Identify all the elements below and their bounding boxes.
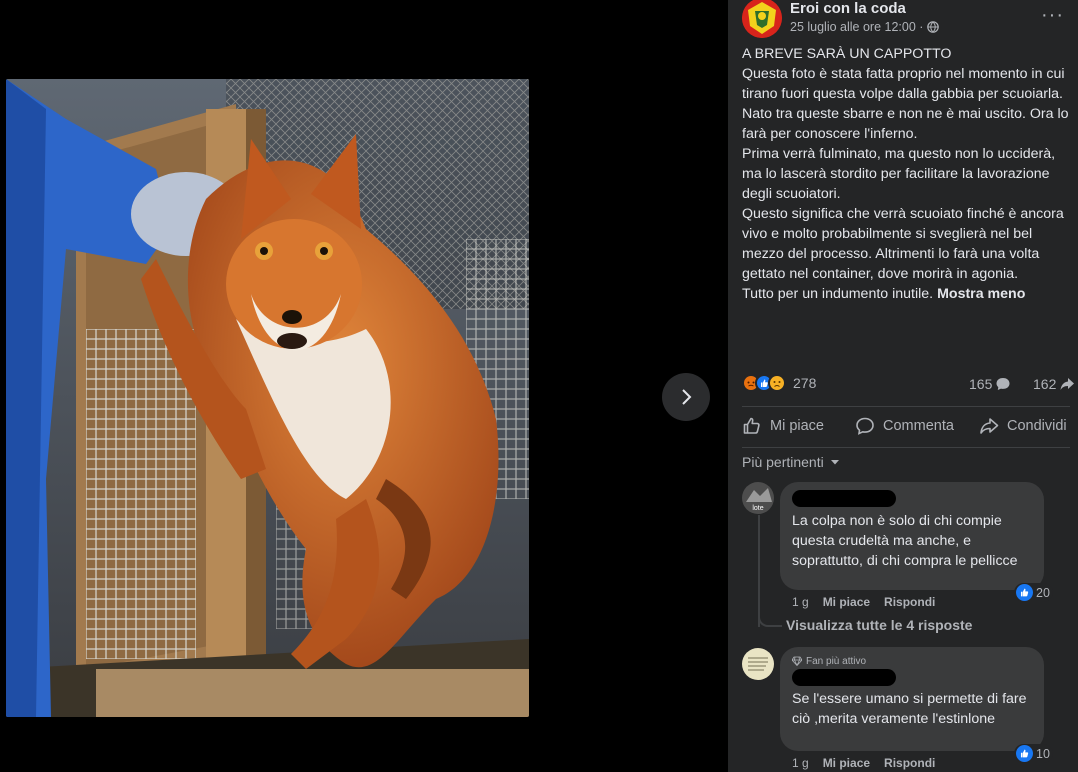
post-paragraph: Prima verrà fulminato, ma questo non lo … xyxy=(742,146,1056,202)
comment-likes[interactable]: 10 xyxy=(1014,744,1053,763)
photo-viewer xyxy=(0,0,728,772)
next-photo-button[interactable] xyxy=(662,373,710,421)
comment-like-link[interactable]: Mi piace xyxy=(823,595,870,609)
comment-bubble: Fan più attivo Se l'essere umano si perm… xyxy=(780,647,1044,751)
share-icon xyxy=(980,418,999,434)
commenter-avatar[interactable] xyxy=(742,648,774,680)
post-last-line: Tutto per un indumento inutile. xyxy=(742,286,934,302)
diamond-icon xyxy=(792,656,802,666)
post-date[interactable]: 25 luglio alle ore 12:00 · xyxy=(790,20,923,34)
top-fan-badge: Fan più attivo xyxy=(792,655,1032,667)
like-icon xyxy=(1016,584,1033,601)
comment-time[interactable]: 1 g xyxy=(792,595,809,609)
top-fan-label: Fan più attivo xyxy=(806,655,867,667)
reactions-count[interactable]: 278 xyxy=(793,375,816,391)
view-replies-link[interactable]: Visualizza tutte le 4 risposte xyxy=(786,617,972,633)
comment-count-icon xyxy=(996,378,1010,390)
thread-line xyxy=(758,515,760,627)
post-paragraph: Questa foto è stata fatta proprio nel mo… xyxy=(742,66,1065,102)
chevron-right-icon xyxy=(682,389,692,405)
comment-text: Se l'essere umano si permette di fare ci… xyxy=(792,691,1027,727)
comment-meta: 1 g Mi piace Rispondi xyxy=(792,595,935,609)
commenter-avatar-image xyxy=(742,648,774,680)
share-button-label: Condividi xyxy=(1007,418,1067,434)
post-paragraph: A BREVE SARÀ UN CAPPOTTO xyxy=(742,46,952,62)
post-text: A BREVE SARÀ UN CAPPOTTO Questa foto è s… xyxy=(742,44,1072,304)
redacted-author-name xyxy=(792,490,896,507)
comment-bubble: La colpa non è solo di chi compie questa… xyxy=(780,482,1044,590)
thread-line-branch xyxy=(758,612,782,627)
thumbs-up-icon xyxy=(743,417,760,434)
comment-like-link[interactable]: Mi piace xyxy=(823,756,870,770)
post-panel: Eroi con la coda 25 luglio alle ore 12:0… xyxy=(728,0,1078,772)
shares-count-link[interactable]: 162 xyxy=(1033,376,1075,392)
like-button[interactable]: Mi piace xyxy=(742,416,824,436)
comment-likes-count: 10 xyxy=(1036,746,1050,761)
page-avatar[interactable] xyxy=(742,0,782,38)
comment-button[interactable]: Commenta xyxy=(855,416,954,436)
comment-text: La colpa non è solo di chi compie questa… xyxy=(792,513,1018,569)
comment-reply-link[interactable]: Rispondi xyxy=(884,595,935,609)
comment-button-label: Commenta xyxy=(883,418,954,434)
comment-likes[interactable]: 20 xyxy=(1014,583,1053,602)
caret-down-icon xyxy=(830,460,839,465)
post-paragraph: Questo significa che verrà scuoiato finc… xyxy=(742,206,1064,282)
divider xyxy=(742,447,1070,448)
commenter-avatar-image: lote xyxy=(742,482,774,514)
comment-icon xyxy=(856,417,874,435)
post-timestamp[interactable]: 25 luglio alle ore 12:00 · xyxy=(790,20,940,34)
comment-reply-link[interactable]: Rispondi xyxy=(884,756,935,770)
page-name[interactable]: Eroi con la coda xyxy=(790,0,906,17)
comment-meta: 1 g Mi piace Rispondi xyxy=(792,756,935,770)
redacted-author-name xyxy=(792,669,896,686)
avatar-text: lote xyxy=(752,505,763,512)
divider xyxy=(742,406,1070,407)
like-icon xyxy=(1016,745,1033,762)
comment-time[interactable]: 1 g xyxy=(792,756,809,770)
share-button[interactable]: Condividi xyxy=(979,416,1067,436)
post-actions: Mi piace Commenta Condividi xyxy=(728,412,1078,444)
sad-reaction-icon xyxy=(768,374,786,392)
post-paragraph: Nato tra queste sbarre e non ne è mai us… xyxy=(742,106,1069,142)
post-header: Eroi con la coda 25 luglio alle ore 12:0… xyxy=(742,0,1078,40)
show-less-link[interactable]: Mostra meno xyxy=(937,286,1025,302)
share-count-icon xyxy=(1060,378,1075,390)
post-photo[interactable] xyxy=(6,79,529,717)
like-button-label: Mi piace xyxy=(770,418,824,434)
comment-sort-dropdown[interactable]: Più pertinenti xyxy=(742,454,840,470)
shares-count: 162 xyxy=(1033,376,1057,392)
fox-photo-illustration xyxy=(6,79,529,717)
comment-likes-count: 20 xyxy=(1036,585,1050,600)
comments-count-link[interactable]: 165 xyxy=(969,376,1011,392)
post-stats: 278 165 162 xyxy=(742,374,1075,398)
reactions-summary[interactable]: 278 xyxy=(742,374,816,392)
more-options-button[interactable]: ··· xyxy=(1041,4,1064,27)
commenter-avatar[interactable]: lote xyxy=(742,482,774,514)
page-logo xyxy=(742,0,782,38)
sort-label: Più pertinenti xyxy=(742,454,824,470)
globe-icon xyxy=(927,21,940,33)
comments-count: 165 xyxy=(969,376,993,392)
post-paragraph-last: Tutto per un indumento inutile. Mostra m… xyxy=(742,284,1072,304)
